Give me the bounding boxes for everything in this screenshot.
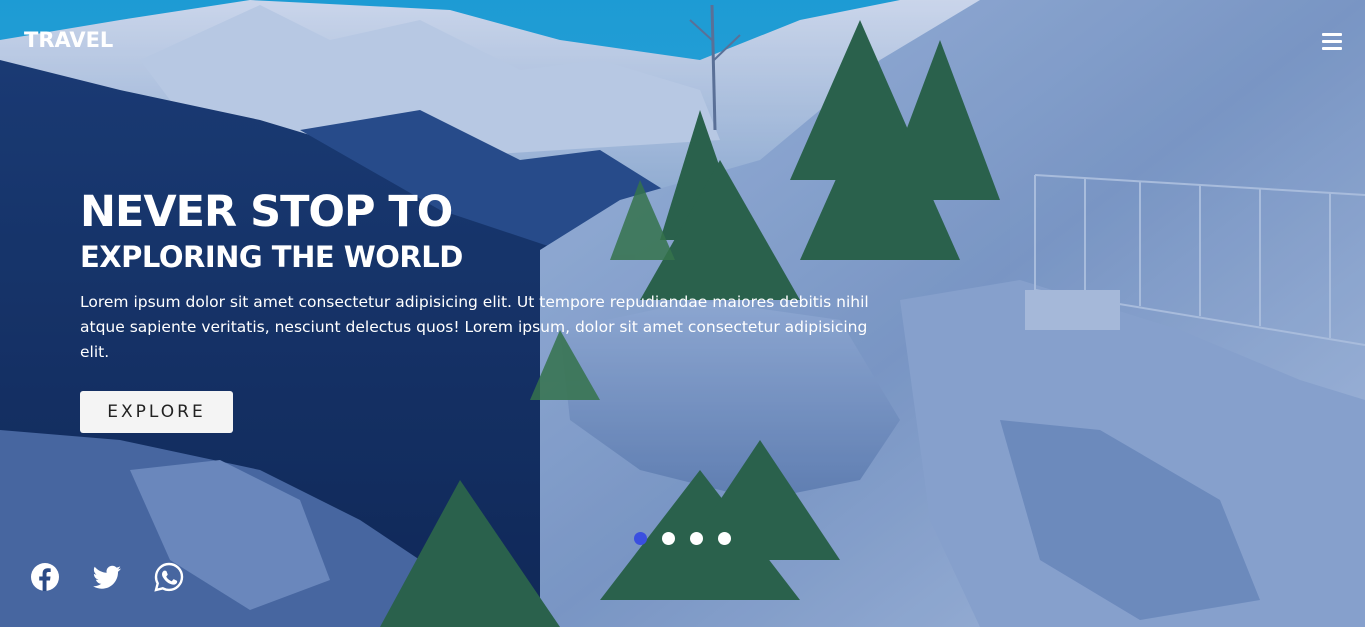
carousel-dot-1[interactable] bbox=[634, 532, 647, 545]
facebook-icon[interactable] bbox=[30, 562, 60, 592]
carousel-dot-3[interactable] bbox=[690, 532, 703, 545]
hero-title: NEVER STOP TO bbox=[80, 187, 453, 237]
hero-content: NEVER STOP TO EXPLORING THE WORLD Lorem … bbox=[80, 186, 880, 365]
hero-description: Lorem ipsum dolor sit amet consectetur a… bbox=[80, 293, 869, 361]
social-links bbox=[30, 562, 184, 592]
explore-button[interactable]: EXPLORE bbox=[80, 391, 233, 433]
hero-subtitle: EXPLORING THE WORLD bbox=[80, 240, 463, 274]
carousel-dot-4[interactable] bbox=[718, 532, 731, 545]
hero-section: TRAVEL NEVER STOP TO EXPLORING THE WORLD… bbox=[0, 0, 1365, 627]
twitter-icon[interactable] bbox=[92, 562, 122, 592]
hamburger-menu-icon[interactable] bbox=[1322, 33, 1342, 50]
menu-bar bbox=[1322, 33, 1342, 36]
brand-logo[interactable]: TRAVEL bbox=[24, 28, 113, 52]
menu-bar bbox=[1322, 40, 1342, 43]
whatsapp-icon[interactable] bbox=[154, 562, 184, 592]
carousel-dot-2[interactable] bbox=[662, 532, 675, 545]
menu-bar bbox=[1322, 47, 1342, 50]
carousel-indicators bbox=[634, 532, 731, 545]
